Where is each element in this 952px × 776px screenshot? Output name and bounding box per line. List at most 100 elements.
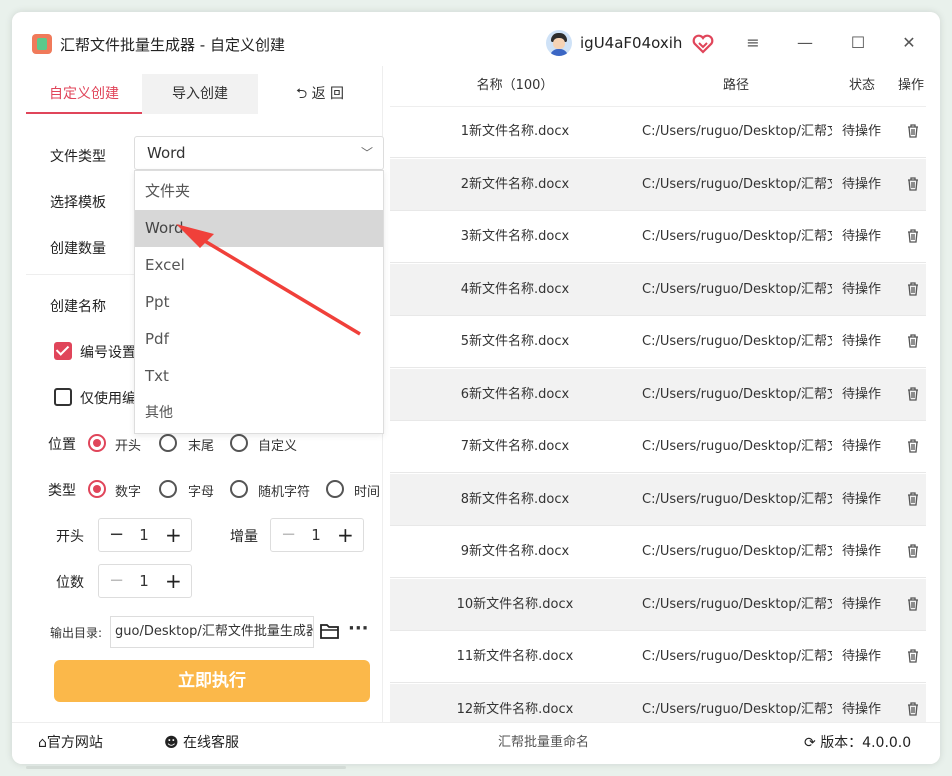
name-label: 创建名称 bbox=[50, 299, 106, 315]
version-info[interactable]: ⟳ 版本：4.0.0.0 bbox=[804, 723, 911, 763]
output-dir-input[interactable]: guo/Desktop/汇帮文件批量生成器 bbox=[110, 616, 314, 648]
dropdown-option-word[interactable]: Word bbox=[135, 210, 383, 247]
table-row[interactable]: 5新文件名称.docx C:/Users/ruguo/Desktop/汇帮文 待操作 bbox=[390, 316, 926, 368]
dropdown-option-folder[interactable]: 文件夹 bbox=[135, 173, 383, 210]
delete-icon[interactable] bbox=[907, 596, 919, 611]
back-label: 返 回 bbox=[311, 86, 345, 102]
home-icon: ⌂ bbox=[38, 735, 47, 751]
increment-label: 增量 bbox=[230, 529, 258, 545]
minimize-button[interactable]: — bbox=[792, 30, 818, 56]
maximize-button[interactable]: ☐ bbox=[845, 30, 871, 56]
website-link[interactable]: ⌂官方网站 bbox=[38, 723, 103, 763]
table-row[interactable]: 11新文件名称.docx C:/Users/ruguo/Desktop/汇帮文 待操… bbox=[390, 631, 926, 683]
dropdown-option-ppt[interactable]: Ppt bbox=[135, 284, 383, 321]
table-row[interactable]: 4新文件名称.docx C:/Users/ruguo/Desktop/汇帮文 待操作 bbox=[390, 263, 926, 316]
file-path-cell: C:/Users/ruguo/Desktop/汇帮文 bbox=[642, 281, 832, 297]
file-name-cell: 10新文件名称.docx bbox=[456, 596, 574, 612]
status-cell: 待操作 bbox=[842, 281, 882, 297]
position-radio-end[interactable] bbox=[159, 434, 177, 452]
type-radio-time[interactable] bbox=[326, 480, 344, 498]
tab-custom-create[interactable]: 自定义创建 bbox=[26, 74, 142, 114]
type-radio-letter[interactable] bbox=[159, 480, 177, 498]
file-path-cell: C:/Users/ruguo/Desktop/汇帮文 bbox=[642, 649, 832, 664]
close-button[interactable]: ✕ bbox=[896, 30, 922, 56]
table-row[interactable]: 10新文件名称.docx C:/Users/ruguo/Desktop/汇帮文 待操… bbox=[390, 578, 926, 631]
version-label: 版本：4.0.0.0 bbox=[820, 735, 912, 751]
website-label: 官方网站 bbox=[46, 735, 103, 751]
position-label: 位置 bbox=[48, 437, 76, 453]
run-button[interactable]: 立即执行 bbox=[54, 660, 370, 702]
file-name-cell: 8新文件名称.docx bbox=[460, 491, 570, 507]
table-row[interactable]: 1新文件名称.docx C:/Users/ruguo/Desktop/汇帮文 待操作 bbox=[390, 106, 926, 158]
delete-icon[interactable] bbox=[907, 544, 919, 558]
support-link[interactable]: ☻ 在线客服 bbox=[164, 723, 239, 763]
start-minus-button[interactable]: − bbox=[109, 519, 124, 551]
delete-icon[interactable] bbox=[907, 439, 919, 453]
table-row[interactable]: 6新文件名称.docx C:/Users/ruguo/Desktop/汇帮文 待操作 bbox=[390, 368, 926, 421]
table-row[interactable]: 2新文件名称.docx C:/Users/ruguo/Desktop/汇帮文 待操作 bbox=[390, 158, 926, 211]
delete-icon[interactable] bbox=[907, 491, 919, 506]
dropdown-option-other[interactable]: 其他 bbox=[135, 395, 383, 432]
more-options-icon[interactable]: ··· bbox=[348, 618, 369, 639]
file-path-cell: C:/Users/ruguo/Desktop/汇帮文 bbox=[642, 334, 832, 349]
start-value[interactable]: 1 bbox=[135, 519, 153, 551]
delete-icon[interactable] bbox=[907, 334, 919, 348]
username[interactable]: igU4aF04oxih bbox=[580, 34, 682, 52]
delete-icon[interactable] bbox=[907, 229, 919, 243]
numbering-checkbox[interactable] bbox=[54, 342, 72, 360]
increment-value[interactable]: 1 bbox=[307, 519, 325, 551]
user-avatar[interactable] bbox=[546, 30, 572, 56]
start-plus-button[interactable]: + bbox=[165, 519, 182, 551]
dropdown-option-pdf[interactable]: Pdf bbox=[135, 321, 383, 358]
digits-value[interactable]: 1 bbox=[135, 565, 153, 597]
file-name-cell: 6新文件名称.docx bbox=[460, 386, 570, 402]
type-radio-random[interactable] bbox=[230, 480, 248, 498]
file-type-select[interactable]: Word ﹀ bbox=[134, 136, 384, 170]
app-logo-icon bbox=[32, 34, 52, 54]
delete-icon[interactable] bbox=[907, 649, 919, 663]
menu-button[interactable]: ≡ bbox=[740, 30, 766, 56]
only-number-checkbox[interactable] bbox=[54, 388, 72, 406]
only-number-label: 仅使用编 bbox=[80, 391, 136, 407]
position-radio-custom[interactable] bbox=[230, 434, 248, 452]
start-stepper: − 1 + bbox=[98, 518, 192, 552]
increment-plus-button[interactable]: + bbox=[337, 519, 354, 551]
position-radio-start[interactable] bbox=[88, 434, 106, 452]
type-option-number: 数字 bbox=[115, 485, 142, 500]
position-option-custom: 自定义 bbox=[258, 439, 298, 454]
table-row[interactable]: 7新文件名称.docx C:/Users/ruguo/Desktop/汇帮文 待操作 bbox=[390, 421, 926, 473]
digits-label: 位数 bbox=[56, 575, 84, 591]
dropdown-option-txt[interactable]: Txt bbox=[135, 358, 383, 395]
dropdown-option-excel[interactable]: Excel bbox=[135, 247, 383, 284]
type-radio-number[interactable] bbox=[88, 480, 106, 498]
file-type-label: 文件类型 bbox=[50, 149, 106, 165]
position-option-end: 末尾 bbox=[188, 439, 215, 454]
column-header-name: 名称（100） bbox=[476, 78, 554, 93]
chevron-down-icon: ﹀ bbox=[360, 146, 373, 160]
file-name-cell: 3新文件名称.docx bbox=[460, 229, 570, 244]
table-row[interactable]: 3新文件名称.docx C:/Users/ruguo/Desktop/汇帮文 待操作 bbox=[390, 211, 926, 263]
support-label: 在线客服 bbox=[183, 735, 240, 751]
status-cell: 待操作 bbox=[842, 596, 882, 612]
vip-heart-icon[interactable] bbox=[692, 34, 714, 54]
folder-icon[interactable] bbox=[320, 622, 340, 640]
status-bar: ⌂官方网站 ☻ 在线客服 汇帮批量重命名 ⟳ 版本：4.0.0.0 bbox=[12, 722, 940, 764]
table-row[interactable]: 12新文件名称.docx C:/Users/ruguo/Desktop/汇帮文 待操… bbox=[390, 683, 926, 722]
file-type-value: Word bbox=[147, 144, 186, 162]
status-cell: 待操作 bbox=[842, 544, 882, 559]
delete-icon[interactable] bbox=[907, 176, 919, 191]
status-cell: 待操作 bbox=[842, 124, 882, 139]
horizontal-scrollbar[interactable] bbox=[26, 766, 346, 769]
file-path-cell: C:/Users/ruguo/Desktop/汇帮文 bbox=[642, 596, 832, 612]
digits-minus-button[interactable]: − bbox=[109, 565, 124, 597]
tab-import-create[interactable]: 导入创建 bbox=[142, 74, 258, 114]
increment-minus-button[interactable]: − bbox=[281, 519, 296, 551]
delete-icon[interactable] bbox=[907, 281, 919, 296]
delete-icon[interactable] bbox=[907, 386, 919, 401]
table-row[interactable]: 9新文件名称.docx C:/Users/ruguo/Desktop/汇帮文 待操作 bbox=[390, 526, 926, 578]
delete-icon[interactable] bbox=[907, 124, 919, 138]
digits-plus-button[interactable]: + bbox=[165, 565, 182, 597]
delete-icon[interactable] bbox=[907, 701, 919, 716]
table-row[interactable]: 8新文件名称.docx C:/Users/ruguo/Desktop/汇帮文 待操作 bbox=[390, 473, 926, 526]
back-button[interactable]: ⮌ 返 回 bbox=[258, 74, 382, 114]
